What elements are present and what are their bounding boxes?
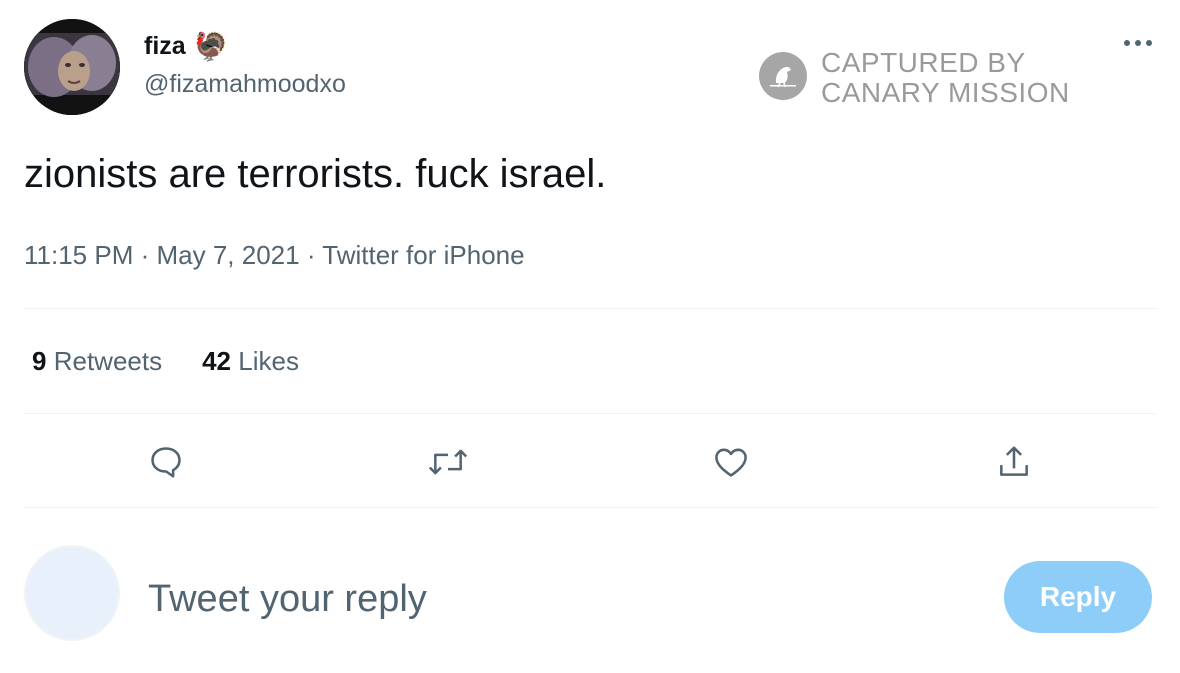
tweet-date[interactable]: May 7, 2021 <box>157 240 300 270</box>
retweets-label: Retweets <box>53 346 163 376</box>
tweet-time[interactable]: 11:15 PM <box>24 240 133 270</box>
meta-separator: · <box>306 240 316 270</box>
likes-stat[interactable]: 42 Likes <box>202 346 299 377</box>
tweet-meta: 11:15 PM · May 7, 2021 · Twitter for iPh… <box>24 240 525 271</box>
turkey-emoji: 🦃 <box>193 31 229 62</box>
likes-label: Likes <box>238 346 299 376</box>
watermark-line-1: CAPTURED BY <box>821 47 1026 78</box>
canary-logo-icon <box>758 51 808 106</box>
display-name[interactable]: fiza 🦃 <box>144 30 229 63</box>
retweet-icon[interactable] <box>424 438 472 486</box>
reply-avatar <box>24 545 120 641</box>
divider <box>24 308 1156 309</box>
display-name-text: fiza <box>144 32 186 60</box>
retweets-stat[interactable]: 9 Retweets <box>32 346 162 377</box>
reply-button[interactable]: Reply <box>1004 561 1152 633</box>
like-icon[interactable] <box>707 438 755 486</box>
canary-mission-watermark: CAPTURED BY CANARY MISSION <box>758 48 1070 108</box>
tweet-source[interactable]: Twitter for iPhone <box>322 240 524 270</box>
divider <box>24 413 1156 414</box>
likes-count: 42 <box>202 346 232 376</box>
watermark-line-2: CANARY MISSION <box>821 77 1070 108</box>
meta-separator: · <box>140 240 150 270</box>
reply-input[interactable] <box>148 575 968 623</box>
avatar[interactable] <box>24 19 120 115</box>
more-options-icon[interactable] <box>1120 28 1156 58</box>
tweet-stats: 9 Retweets 42 Likes <box>32 346 299 377</box>
tweet-text: zionists are terrorists. fuck israel. <box>24 152 607 196</box>
reply-icon[interactable] <box>142 438 190 486</box>
share-icon[interactable] <box>990 438 1038 486</box>
retweets-count: 9 <box>32 346 47 376</box>
divider <box>24 507 1156 508</box>
user-handle[interactable]: @fizamahmoodxo <box>144 70 346 99</box>
